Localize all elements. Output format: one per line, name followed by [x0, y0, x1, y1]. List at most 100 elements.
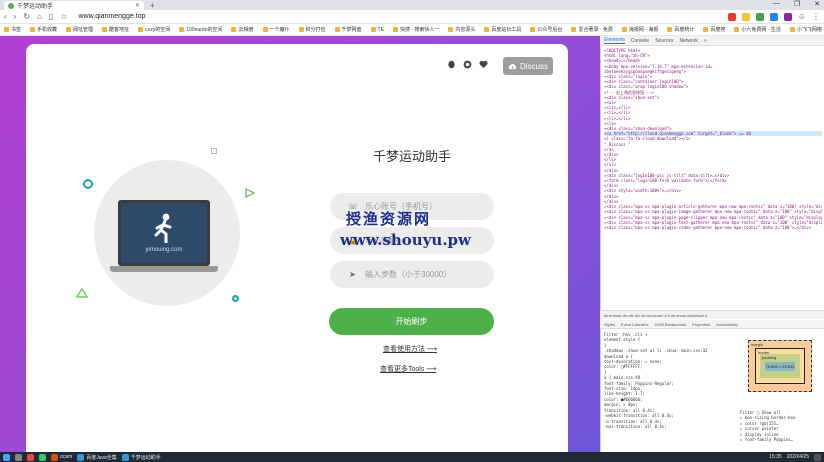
styles-pane[interactable]: Filter :hov .cls + element.style {} .shado… — [604, 332, 734, 452]
bookmark-folder-icon — [102, 27, 108, 32]
discuss-label: Discuss — [519, 61, 548, 71]
bookmark-item[interactable]: cozy的空间 — [138, 26, 170, 33]
heart-icon[interactable] — [479, 60, 488, 69]
bookmark-label: 小飞飞网络 · 问答 — [796, 27, 824, 33]
clock-date[interactable]: 2020/4/25 — [787, 454, 809, 460]
discuss-button[interactable]: Discuss — [503, 57, 553, 75]
bookmark-label: 积分打包 — [305, 27, 326, 33]
bookmark-item[interactable]: 百度搜 — [703, 26, 725, 33]
bookmark-label: 小六免费网 · 生活 — [741, 27, 781, 33]
bookmark-item[interactable]: 100ourdo的空间 — [179, 26, 222, 33]
app-icon-red[interactable] — [27, 453, 34, 461]
bookmark-item[interactable]: 小六免费网 · 生活 — [734, 26, 781, 33]
system-tray: 15:35 2020/4/25 — [769, 453, 821, 461]
minimize-button[interactable]: — — [773, 0, 780, 8]
home-icon[interactable]: ⌂ — [37, 12, 42, 21]
steps-field[interactable]: ➤ 输入步数（小于30000） — [330, 261, 494, 288]
bookmark-item[interactable]: 网址管理 — [66, 26, 93, 33]
bookmark-item[interactable]: 内容源头 — [448, 26, 475, 33]
app-icon-green[interactable] — [39, 453, 46, 461]
bookmark-star-icon[interactable]: ☆ — [60, 12, 67, 21]
bookmark-item[interactable]: 百度站长工具 — [484, 26, 521, 33]
subtab-styles[interactable]: Styles — [604, 322, 615, 327]
bookmark-item[interactable]: 酷客地址 — [102, 26, 129, 33]
bookmark-label: 百度统计 — [674, 27, 695, 33]
bookmark-item[interactable]: 爱合著录 · 免费 — [571, 26, 613, 33]
reload-icon[interactable]: ↻ — [23, 12, 30, 21]
subtab-properties[interactable]: Properties — [692, 322, 710, 327]
bookmark-item[interactable]: 积分打包 — [298, 26, 326, 33]
bookmark-item[interactable]: 海报网 · 海报 — [621, 26, 658, 33]
back-icon[interactable]: ‹ — [4, 12, 7, 21]
subtab-dom-breakpoints[interactable]: DOM Breakpoints — [654, 322, 686, 327]
bookmark-item[interactable]: 小飞飞网络 · 问答 — [789, 26, 824, 33]
bookmark-folder-icon — [179, 27, 185, 32]
new-tab-button[interactable]: + — [150, 1, 155, 10]
bookmark-item[interactable]: 一个魔仆 — [262, 26, 290, 33]
extension-pdf-icon[interactable] — [727, 12, 736, 21]
bookmark-item[interactable]: 千梦网盘 — [334, 26, 362, 33]
bookmark-item[interactable]: 书签 — [4, 26, 21, 33]
taskbar-item-label: 千梦运动助手 — [130, 454, 161, 461]
dom-node-line[interactable]: ▸<div class="mpa-sc mpa-plugin-page-clip… — [604, 215, 822, 220]
bookmark-folder-icon — [530, 27, 536, 32]
deco-ring — [83, 179, 93, 189]
reader-icon[interactable]: ▯ — [49, 12, 53, 21]
extension-purple-icon[interactable] — [783, 12, 792, 21]
tab-sources[interactable]: Sources — [655, 38, 673, 44]
bookmark-item[interactable]: 云相册 — [231, 26, 254, 33]
tab-more[interactable]: » — [704, 38, 707, 44]
forward-icon[interactable]: › — [14, 12, 17, 21]
runner-icon — [154, 213, 172, 243]
extension-green-icon[interactable] — [755, 12, 764, 21]
bookmark-label: 公众号后台 — [537, 27, 563, 33]
window-controls: — ❐ ✕ — [773, 0, 820, 8]
clock-time[interactable]: 15:35 — [769, 454, 782, 460]
extension-blue-icon[interactable] — [769, 12, 778, 21]
profile-icon[interactable]: ☺ — [798, 12, 806, 21]
tab-console[interactable]: Console — [631, 38, 649, 44]
tab-elements[interactable]: Elements — [604, 37, 625, 44]
github-icon[interactable] — [463, 60, 472, 69]
bookmark-label: 百度搜 — [710, 27, 726, 33]
social-icons — [447, 60, 488, 69]
css-rule-line[interactable]: -moz-transition: all 0.4s; — [604, 424, 734, 429]
start-button[interactable]: 开始刷步 — [329, 308, 494, 335]
subtab-accessibility[interactable]: Accessibility — [716, 322, 738, 327]
browser-tab[interactable]: 千梦运动助手 ✕ — [4, 1, 144, 10]
notification-icon[interactable] — [814, 453, 821, 461]
bookmark-item[interactable]: TE — [370, 27, 384, 33]
dom-node-line[interactable]: ▸<div class="mpa-sc mpa-plugin-video-gat… — [604, 225, 822, 230]
qq-icon[interactable] — [447, 60, 456, 69]
bookmark-label: 百度站长工具 — [491, 27, 522, 33]
bookmark-folder-icon — [4, 27, 9, 32]
start-menu-icon[interactable] — [3, 453, 10, 461]
taskbar-item-page[interactable]: 千梦运动助手 — [121, 453, 161, 461]
bookmark-item[interactable]: 手机收藏 — [30, 26, 57, 33]
subtab-event-listeners[interactable]: Event Listeners — [621, 322, 649, 327]
close-window-button[interactable]: ✕ — [814, 0, 820, 8]
bookmark-label: 手机收藏 — [37, 27, 58, 33]
dom-node-line[interactable]: ▸<div class="mpa-sc mpa-plugin-image-gat… — [604, 209, 822, 214]
laptop-logo: yimouing.com — [118, 200, 210, 266]
taskbar-item-ocam[interactable]: ocam — [51, 453, 72, 461]
bookmark-folder-icon — [703, 27, 709, 32]
bookmark-item[interactable]: 公众号后台 — [530, 26, 562, 33]
menu-icon[interactable]: ⋮ — [812, 12, 820, 21]
address-bar[interactable]: www.qianmengge.top — [78, 13, 145, 20]
taskbar-item-java[interactable]: 百度Java全集 — [77, 453, 117, 461]
dom-breadcrumb[interactable]: html body div div div div.shua-set ul li… — [600, 310, 824, 319]
search-icon[interactable] — [15, 453, 22, 461]
computed-property[interactable]: ▸ font-family Poppins… — [740, 437, 822, 442]
browser-icon — [121, 453, 129, 461]
maximize-button[interactable]: ❐ — [794, 0, 800, 8]
more-tools-link[interactable]: 查看更多Tools ⟶ — [380, 364, 436, 374]
bookmark-item[interactable]: 快搜 · 搜索快人一 — [392, 26, 439, 33]
elements-tree[interactable]: <!DOCTYPE html> <html lang="zh-CN"> ▸<head… — [604, 48, 822, 316]
bookmark-item[interactable]: 百度统计 — [667, 26, 694, 33]
close-tab-icon[interactable]: ✕ — [135, 2, 140, 9]
computed-pane[interactable]: Filter □ Show all ▸ box-sizing border-box… — [740, 410, 822, 452]
extension-star-icon[interactable] — [741, 12, 750, 21]
tab-network[interactable]: Network — [680, 38, 698, 44]
usage-link[interactable]: 查看使用方法 ⟶ — [383, 344, 437, 354]
